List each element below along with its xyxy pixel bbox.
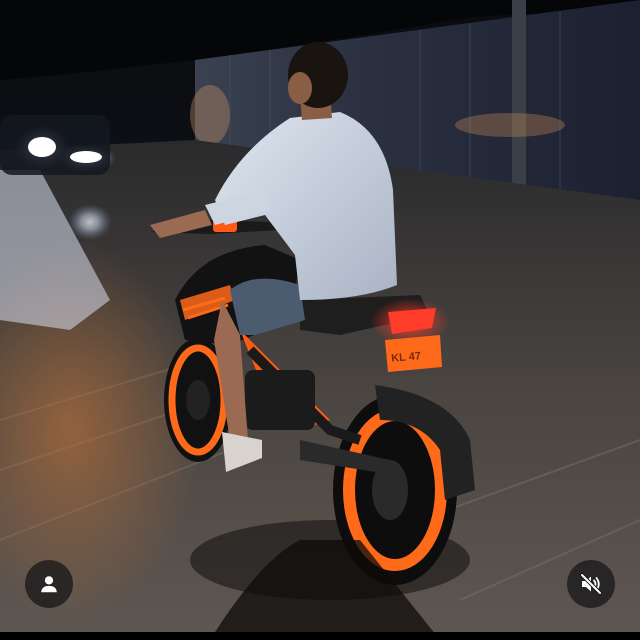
motorcycle-night-photo[interactable]: KL 47: [0, 0, 640, 640]
media-viewer: KL 47: [0, 0, 640, 640]
speaker-muted-icon: [580, 573, 602, 595]
bottom-divider: [0, 632, 640, 640]
profile-button[interactable]: [25, 560, 73, 608]
user-icon: [41, 576, 57, 593]
mute-toggle-button[interactable]: [567, 560, 615, 608]
